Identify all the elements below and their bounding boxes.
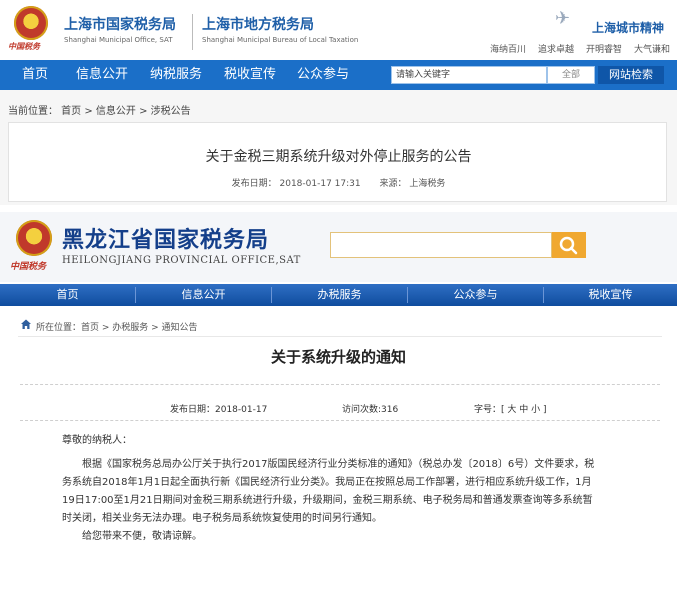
page-title: 关于系统升级的通知 xyxy=(270,348,406,366)
font-size-switcher[interactable]: 字号：[ 大 中 小 ] xyxy=(474,402,546,415)
notice-paragraph: 根据《国家税务总局办公厅关于执行2017版国民经济行业分类标准的通知》（税总办发… xyxy=(62,459,595,524)
tax-emblem-icon xyxy=(14,6,48,40)
publish-date: 发布日期：2018-01-17 xyxy=(170,405,268,415)
page-title: 关于金税三期系统升级对外停止服务的公告 xyxy=(205,149,472,165)
search-icon xyxy=(559,236,578,255)
site-search-button[interactable]: 网站检索 xyxy=(598,66,664,84)
sat-subtitle: Shanghai Municipal Office, SAT xyxy=(64,36,173,44)
breadcrumb[interactable]: 当前位置： 首页 > 信息公开 > 涉税公告 xyxy=(8,102,191,117)
motto-item: 追求卓越 xyxy=(537,45,574,55)
nav-taxpayer-service[interactable]: 纳税服务 xyxy=(150,60,202,90)
divider xyxy=(18,336,662,337)
search-scope-select[interactable]: 全部 xyxy=(547,66,595,84)
motto-item: 开明睿智 xyxy=(585,45,622,55)
nav-info-disclosure[interactable]: 信息公开 xyxy=(136,284,271,306)
nav-tax-promotion[interactable]: 税收宣传 xyxy=(544,284,677,306)
divider xyxy=(20,384,660,386)
search-button[interactable] xyxy=(552,232,586,258)
nav-public-participation[interactable]: 公众参与 xyxy=(297,60,349,90)
visit-count: 访问次数:316 xyxy=(342,405,399,415)
nav-tax-promotion[interactable]: 税收宣传 xyxy=(224,60,276,90)
nav-tax-service[interactable]: 办税服务 xyxy=(272,284,407,306)
publish-date: 发布日期： 2018-01-17 17:31 xyxy=(231,179,361,189)
airplane-icon: ✈ xyxy=(555,8,571,29)
nav-home[interactable]: 首页 xyxy=(0,284,135,306)
site-subtitle: HEILONGJIANG PROVINCIAL OFFICE,SAT xyxy=(62,255,301,266)
motto-item: 海纳百川 xyxy=(490,45,527,55)
tax-emblem-icon xyxy=(16,220,52,256)
motto-item: 大气谦和 xyxy=(633,45,670,55)
local-tax-title[interactable]: 上海市地方税务局 xyxy=(202,14,314,34)
article-meta: 发布日期： 2018-01-17 17:31 来源： 上海税务 xyxy=(0,176,677,189)
home-icon xyxy=(21,319,31,329)
nav-info-disclosure[interactable]: 信息公开 xyxy=(76,60,128,90)
search-input[interactable]: 请输入关键字 xyxy=(391,66,547,84)
closing-remark: 给您带来不便，敬请谅解。 xyxy=(82,531,202,542)
greeting: 尊敬的纳税人： xyxy=(62,435,132,446)
breadcrumb[interactable]: 所在位置：首页 > 办税服务 > 通知公告 xyxy=(36,320,198,333)
search-input[interactable] xyxy=(330,232,552,258)
emblem-stamp-text: 中国税务 xyxy=(8,41,40,51)
header-divider xyxy=(192,14,193,50)
emblem-stamp-text: 中国税务 xyxy=(10,262,47,272)
city-spirit-title: 上海城市精神 xyxy=(592,21,665,35)
nav-public-participation[interactable]: 公众参与 xyxy=(408,284,543,306)
nav-home[interactable]: 首页 xyxy=(22,60,48,90)
city-motto: 海纳百川 追求卓越 开明睿智 大气谦和 xyxy=(490,42,670,55)
divider xyxy=(20,420,660,422)
site-title: 黑龙江省国家税务局 xyxy=(62,227,270,253)
article-source: 来源： 上海税务 xyxy=(379,179,446,189)
local-tax-subtitle: Shanghai Municipal Bureau of Local Taxat… xyxy=(202,36,359,44)
sat-title[interactable]: 上海市国家税务局 xyxy=(64,14,176,34)
